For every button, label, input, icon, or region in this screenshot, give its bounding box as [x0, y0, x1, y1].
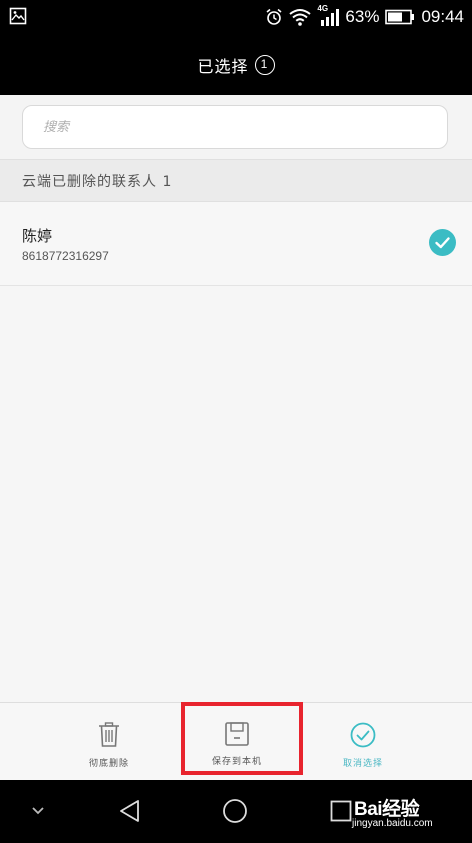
- home-icon[interactable]: [222, 798, 248, 824]
- clock: 09:44: [421, 7, 464, 26]
- list-item[interactable]: 陈婷 8618772316297: [0, 202, 472, 286]
- page-title: 已选择 1: [197, 53, 275, 77]
- recents-icon[interactable]: [330, 800, 352, 822]
- back-icon[interactable]: [118, 799, 142, 823]
- search-bar: [0, 95, 472, 159]
- battery-icon: [385, 9, 415, 25]
- status-bar: 4G 63% 09:44: [0, 0, 472, 34]
- selected-count-badge: 1: [254, 54, 275, 75]
- cancel-selection-button[interactable]: 取消选择: [303, 703, 423, 781]
- list-empty-area: [0, 286, 472, 702]
- alarm-icon: [266, 8, 282, 25]
- baidu-watermark-url: jingyan.baidu.com: [352, 818, 433, 829]
- delete-permanently-label: 彻底删除: [88, 759, 129, 769]
- signal-group: 4G: [317, 4, 340, 27]
- title-label: 已选择: [197, 56, 249, 76]
- search-input[interactable]: [22, 105, 448, 149]
- check-circle-icon: [350, 722, 376, 748]
- cancel-selection-label: 取消选择: [342, 759, 383, 769]
- delete-permanently-button[interactable]: 彻底删除: [49, 703, 169, 781]
- chevron-down-icon[interactable]: [31, 806, 45, 816]
- battery-percent: 63%: [345, 7, 380, 26]
- trash-icon: [99, 722, 119, 747]
- selection-header: 已选择 1: [0, 34, 472, 95]
- highlight-annotation: [181, 702, 303, 775]
- section-header: 云端已删除的联系人 1: [0, 159, 472, 202]
- contact-name: 陈婷: [22, 227, 53, 245]
- gallery-icon: [9, 7, 27, 25]
- contact-number: 8618772316297: [22, 249, 109, 263]
- signal-icon: [321, 9, 340, 26]
- check-icon[interactable]: [429, 229, 456, 256]
- wifi-icon: [289, 9, 312, 26]
- baidu-watermark-logo: Bai经验: [354, 799, 420, 820]
